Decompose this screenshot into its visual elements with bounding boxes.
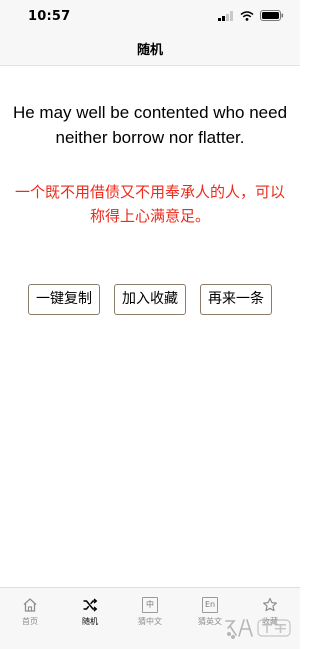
page-title: 随机	[136, 43, 163, 58]
wifi-icon	[240, 10, 254, 21]
copy-button[interactable]: 一键复制	[28, 284, 100, 315]
tab-random[interactable]: 随机	[60, 588, 120, 649]
action-buttons: 一键复制 加入收藏 再来一条	[0, 284, 300, 315]
quote-chinese: 一个既不用借债又不用奉承人的人，可以称得上心满意足。	[14, 183, 285, 225]
tab-label-random: 随机	[82, 617, 98, 626]
tab-label-home: 首页	[22, 617, 38, 626]
status-bar: 10:57	[0, 0, 300, 30]
nav-bar: 随机	[0, 30, 300, 66]
star-icon	[263, 597, 277, 612]
quote-english: He may well be contented who need neithe…	[12, 103, 288, 147]
watermark-logo	[225, 619, 291, 639]
shuffle-icon	[83, 598, 98, 612]
signal-icon	[218, 10, 233, 21]
tab-home[interactable]: 首页	[0, 588, 60, 649]
tab-label-guess-chinese: 猜中文	[138, 617, 162, 626]
next-quote-button[interactable]: 再来一条	[200, 284, 272, 315]
add-favorite-button[interactable]: 加入收藏	[114, 284, 186, 315]
english-icon: En	[202, 597, 218, 613]
tab-guess-chinese[interactable]: 中 猜中文	[120, 588, 180, 649]
home-icon	[23, 598, 37, 612]
battery-icon	[260, 10, 284, 21]
chinese-char-icon: 中	[142, 597, 158, 613]
status-time: 10:57	[28, 9, 71, 24]
status-icons	[218, 10, 284, 21]
